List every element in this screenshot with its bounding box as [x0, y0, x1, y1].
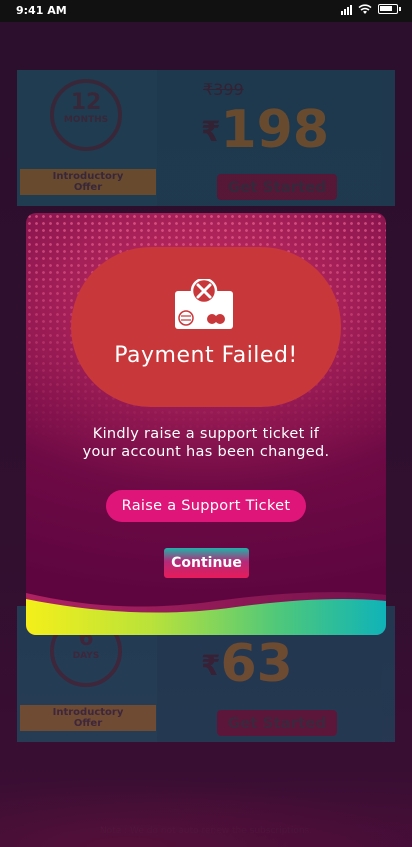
- status-title: Payment Failed!: [114, 343, 298, 368]
- failure-message: Kindly raise a support ticket if your ac…: [46, 425, 366, 461]
- battery-icon: [378, 4, 401, 14]
- card-failed-icon: [175, 279, 233, 329]
- payment-failed-dialog: Payment Failed! Kindly raise a support t…: [26, 213, 386, 635]
- continue-button[interactable]: Continue: [164, 548, 249, 578]
- wifi-icon: [358, 4, 372, 14]
- status-pill: Payment Failed!: [71, 247, 341, 407]
- message-line2: your account has been changed.: [82, 444, 330, 460]
- message-line1: Kindly raise a support ticket if: [92, 426, 320, 442]
- signal-icon: [341, 3, 352, 15]
- status-icons: [341, 3, 401, 15]
- raise-support-ticket-button[interactable]: Raise a Support Ticket: [106, 490, 306, 522]
- status-bar: 9:41 AM: [0, 0, 412, 22]
- decorative-wave: [26, 592, 386, 635]
- status-time: 9:41 AM: [16, 4, 67, 17]
